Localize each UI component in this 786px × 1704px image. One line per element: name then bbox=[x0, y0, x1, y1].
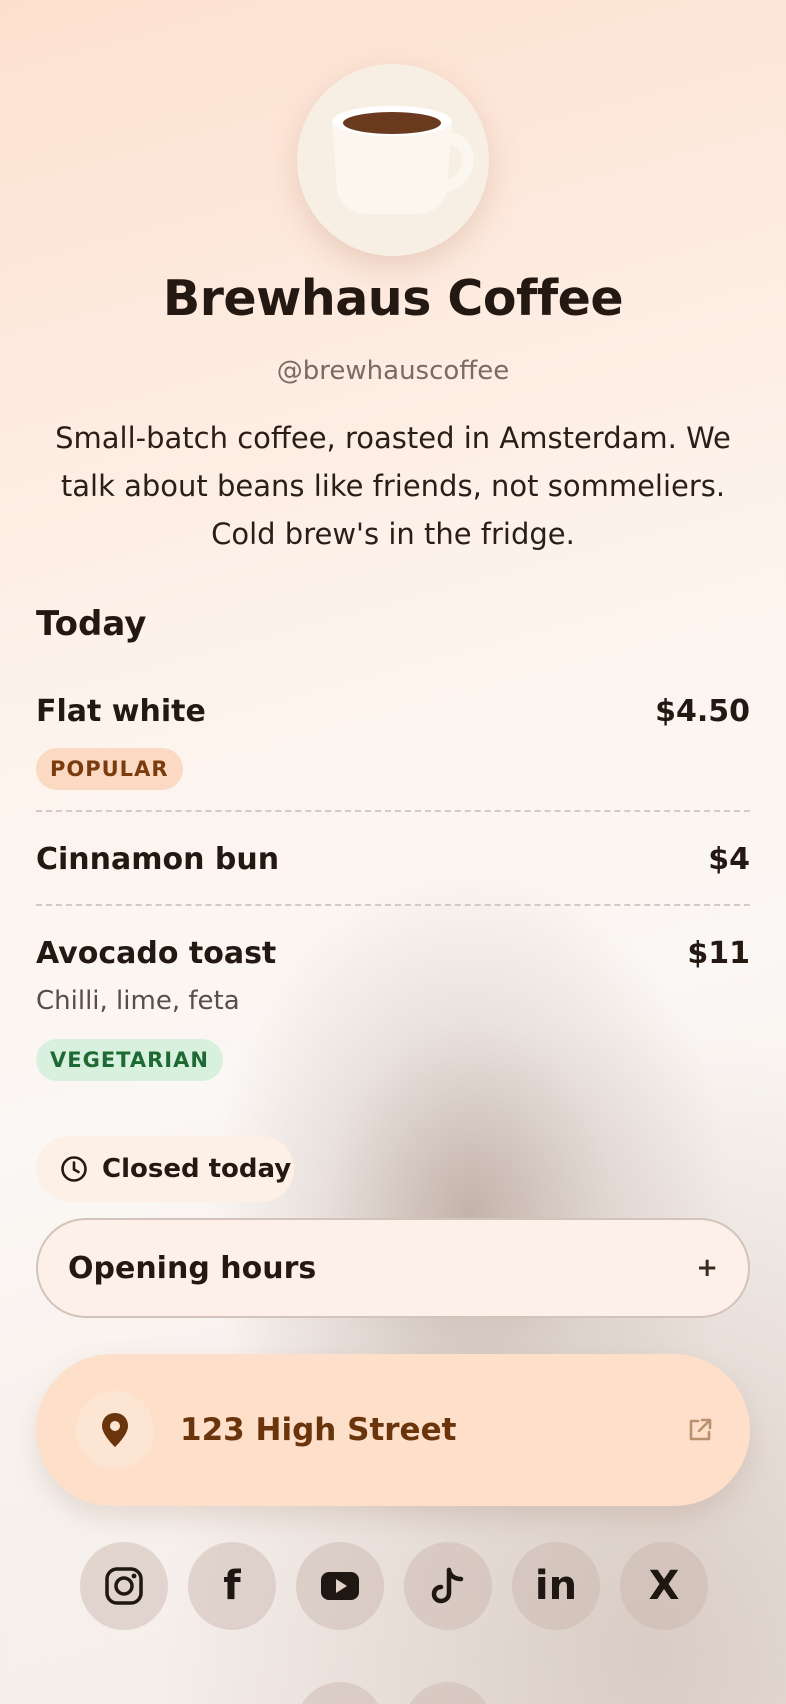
menu-item: Flat white $4.50 POPULAR bbox=[36, 694, 750, 794]
tiktok-icon[interactable] bbox=[404, 1542, 492, 1630]
menu-section-title: Today bbox=[36, 604, 147, 644]
coffee-cup-icon bbox=[332, 106, 474, 214]
clock-icon bbox=[61, 1156, 87, 1182]
instagram-icon[interactable] bbox=[80, 1542, 168, 1630]
address-link[interactable]: 123 High Street bbox=[36, 1354, 750, 1506]
external-link-icon bbox=[689, 1418, 712, 1441]
popular-badge: POPULAR bbox=[36, 748, 183, 790]
menu-item-description: Chilli, lime, feta bbox=[36, 986, 240, 1016]
menu-divider bbox=[36, 904, 750, 906]
map-pin-icon bbox=[76, 1391, 154, 1469]
profile-handle: @brewhauscoffee bbox=[276, 356, 510, 386]
status-label: Closed today bbox=[102, 1154, 292, 1184]
menu-item-name: Avocado toast bbox=[36, 936, 277, 971]
linkedin-icon[interactable]: in bbox=[512, 1542, 600, 1630]
opening-hours-toggle[interactable]: Opening hours + bbox=[36, 1218, 750, 1318]
plus-icon: + bbox=[696, 1253, 718, 1283]
pinterest-icon[interactable] bbox=[296, 1682, 384, 1704]
x-icon[interactable]: X bbox=[620, 1542, 708, 1630]
profile-name: Brewhaus Coffee bbox=[162, 270, 624, 327]
youtube-icon[interactable] bbox=[296, 1542, 384, 1630]
menu-item-price: $11 bbox=[687, 936, 750, 971]
link-in-bio-page: Brewhaus Coffee @brewhauscoffee Small-ba… bbox=[0, 0, 786, 1704]
status-badge: Closed today bbox=[36, 1136, 294, 1202]
menu-item-name: Flat white bbox=[36, 694, 206, 729]
facebook-icon[interactable]: f bbox=[188, 1542, 276, 1630]
menu-item-price: $4.50 bbox=[655, 694, 750, 729]
menu-divider bbox=[36, 810, 750, 812]
avatar bbox=[297, 64, 489, 256]
menu-item: Cinnamon bun $4 bbox=[36, 842, 750, 882]
address-text: 123 High Street bbox=[180, 1412, 457, 1448]
telegram-icon[interactable] bbox=[404, 1682, 492, 1704]
menu-item: Avocado toast $11 Chilli, lime, feta VEG… bbox=[36, 936, 750, 1086]
vegetarian-badge: VEGETARIAN bbox=[36, 1039, 223, 1081]
menu-item-price: $4 bbox=[708, 842, 750, 877]
profile-bio: Small-batch coffee, roasted in Amsterdam… bbox=[55, 421, 731, 551]
opening-hours-label: Opening hours bbox=[68, 1250, 317, 1286]
menu-item-name: Cinnamon bun bbox=[36, 842, 280, 877]
